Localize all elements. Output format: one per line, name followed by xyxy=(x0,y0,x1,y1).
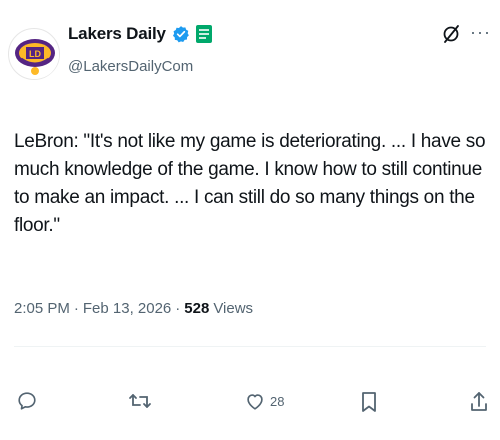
meta-separator: · xyxy=(175,300,181,317)
grok-icon[interactable] xyxy=(441,24,461,44)
lakers-logo-icon: LD xyxy=(11,31,59,79)
like-button[interactable]: 28 xyxy=(244,390,284,412)
bookmark-icon xyxy=(358,390,380,414)
display-name[interactable]: Lakers Daily xyxy=(68,24,166,44)
retweet-button[interactable] xyxy=(128,390,152,412)
retweet-icon xyxy=(128,390,152,412)
views-count[interactable]: 528 xyxy=(184,300,209,317)
share-button[interactable] xyxy=(468,390,490,414)
author-handle[interactable]: @LakersDailyCom xyxy=(68,58,193,75)
tweet-text: LeBron: "It's not like my game is deteri… xyxy=(14,131,486,236)
views-label: Views xyxy=(213,300,254,317)
action-bar: 28 xyxy=(0,390,500,420)
tweet-date[interactable]: Feb 13, 2026 xyxy=(83,300,171,317)
divider xyxy=(14,346,486,347)
author-name-row: Lakers Daily xyxy=(68,24,212,44)
svg-text:LD: LD xyxy=(29,49,41,59)
reply-button[interactable] xyxy=(16,390,38,412)
tweet-meta: 2:05 PM · Feb 13, 2026 · 528 Views xyxy=(14,300,253,317)
tweet-time[interactable]: 2:05 PM xyxy=(14,300,70,317)
avatar[interactable]: LD xyxy=(8,28,60,80)
like-icon xyxy=(244,390,266,412)
like-count: 28 xyxy=(270,393,285,409)
tweet-card: LD Lakers Daily @LakersDailyCom ··· LeBr… xyxy=(0,0,500,440)
bookmark-button[interactable] xyxy=(358,390,380,414)
affiliate-badge-icon[interactable] xyxy=(195,25,212,43)
meta-separator: · xyxy=(73,300,79,317)
more-icon[interactable]: ··· xyxy=(470,22,491,43)
reply-icon xyxy=(16,390,38,412)
verified-icon xyxy=(172,25,190,43)
share-icon xyxy=(468,390,490,414)
